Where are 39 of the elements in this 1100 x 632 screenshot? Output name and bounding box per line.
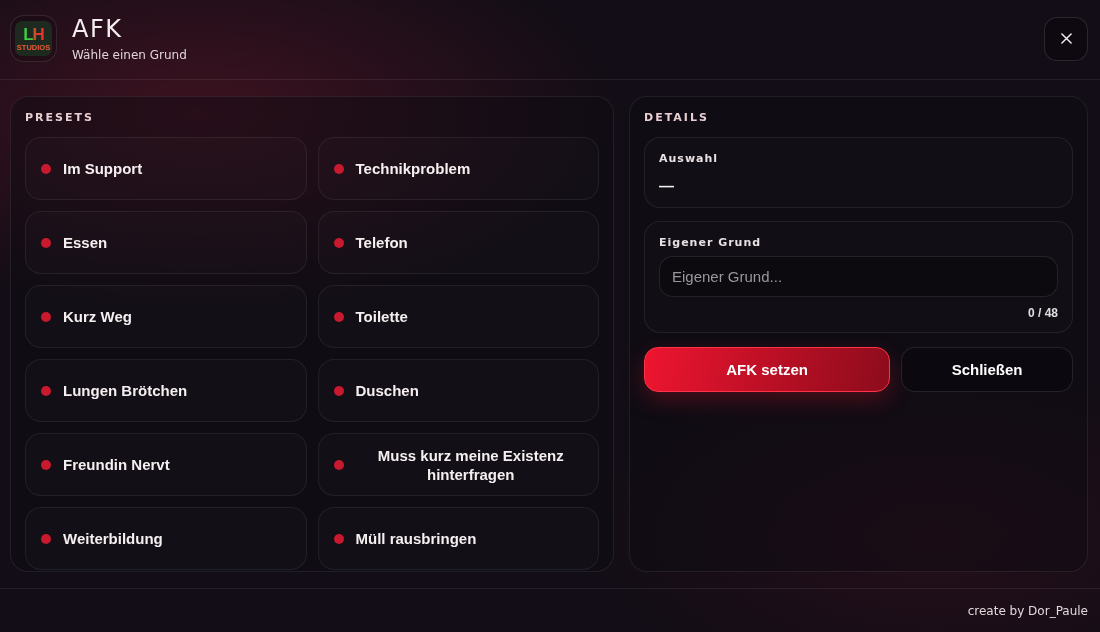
close-icon [1060, 33, 1072, 44]
dot-icon [333, 163, 344, 174]
dot-icon [333, 459, 344, 470]
dot-icon [41, 533, 51, 544]
preset-button[interactable]: Technikproblem [317, 137, 599, 200]
dot-icon [333, 311, 344, 322]
reason-input[interactable]: Eigener Grund... [659, 256, 1058, 297]
preset-button[interactable]: Muss kurz meine Existenz hinterfragen [317, 433, 599, 496]
char-counter: 0 / 48 [1026, 306, 1058, 320]
dot-icon [333, 237, 344, 248]
dot-icon [41, 311, 51, 322]
preset-button[interactable]: Kurz Weg [25, 285, 307, 348]
section-title: PRESETS [25, 111, 95, 125]
preset-button[interactable]: Müll rausbringen [317, 507, 599, 570]
dot-icon [333, 385, 344, 396]
preset-button[interactable]: Essen [25, 211, 307, 274]
field-label: Eigener Grund [659, 236, 763, 250]
preset-button[interactable]: Telefon [317, 211, 599, 274]
submit-button[interactable]: AFK setzen [644, 347, 891, 392]
credit-text: create by Dor_Paule [967, 603, 1088, 618]
preset-button[interactable]: Freundin Nervt [25, 433, 307, 496]
dismiss-button[interactable]: Schließen [901, 347, 1073, 392]
selection-value: — [659, 176, 674, 196]
preset-button[interactable]: Im Support [25, 137, 307, 200]
window-title: AFK [72, 15, 124, 42]
dot-icon [41, 163, 51, 174]
dot-icon [41, 385, 51, 396]
field-label: Auswahl [659, 152, 720, 166]
dot-icon [41, 237, 51, 248]
close-button[interactable] [1044, 16, 1088, 61]
preset-button[interactable]: Duschen [317, 359, 599, 422]
section-title: DETAILS [644, 111, 710, 125]
logo-letters: LH [23, 25, 44, 43]
dot-icon [41, 459, 51, 470]
preset-button[interactable]: Lungen Brötchen [25, 359, 307, 422]
preset-button[interactable]: Toilette [317, 285, 599, 348]
dot-icon [333, 533, 344, 544]
preset-button[interactable]: Weiterbildung [25, 507, 307, 570]
window-subtitle: Wähle einen Grund [72, 47, 187, 62]
